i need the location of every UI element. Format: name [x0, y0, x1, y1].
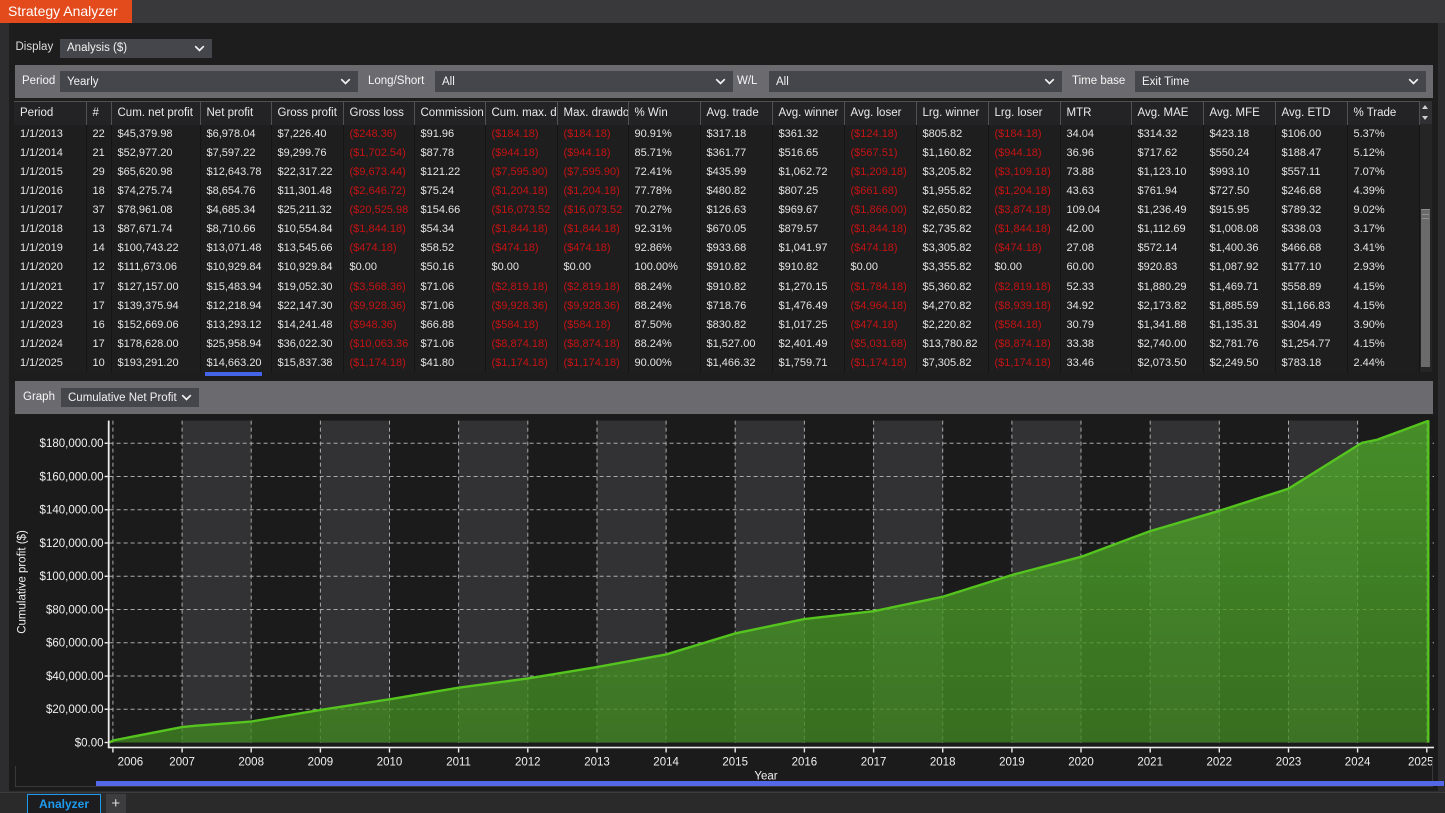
svg-text:2006: 2006 — [118, 757, 144, 769]
svg-text:$120,000.00: $120,000.00 — [40, 538, 104, 550]
svg-text:$60,000.00: $60,000.00 — [46, 638, 104, 650]
svg-text:2013: 2013 — [584, 757, 610, 769]
svg-text:2018: 2018 — [930, 757, 956, 769]
svg-text:2022: 2022 — [1207, 757, 1233, 769]
svg-text:$180,000.00: $180,000.00 — [40, 438, 104, 450]
svg-text:2010: 2010 — [377, 757, 403, 769]
svg-text:2012: 2012 — [515, 757, 541, 769]
svg-text:2014: 2014 — [653, 757, 679, 769]
svg-text:2024: 2024 — [1345, 757, 1371, 769]
svg-text:2011: 2011 — [446, 757, 471, 769]
svg-text:$160,000.00: $160,000.00 — [40, 471, 104, 483]
svg-text:2007: 2007 — [169, 757, 195, 769]
svg-text:Cumulative profit ($): Cumulative profit ($) — [17, 530, 29, 634]
svg-text:$80,000.00: $80,000.00 — [46, 604, 104, 616]
svg-text:2017: 2017 — [861, 757, 887, 769]
svg-text:2008: 2008 — [238, 757, 264, 769]
svg-text:2009: 2009 — [308, 757, 334, 769]
svg-text:$20,000.00: $20,000.00 — [46, 704, 104, 716]
svg-text:$100,000.00: $100,000.00 — [40, 571, 104, 583]
svg-text:2019: 2019 — [999, 757, 1025, 769]
svg-text:$140,000.00: $140,000.00 — [40, 505, 104, 517]
svg-text:2025: 2025 — [1408, 757, 1434, 769]
svg-text:2016: 2016 — [792, 757, 818, 769]
svg-text:2021: 2021 — [1137, 757, 1163, 769]
svg-text:2020: 2020 — [1068, 757, 1094, 769]
svg-text:2015: 2015 — [722, 757, 748, 769]
svg-text:$0.00: $0.00 — [75, 737, 104, 749]
svg-text:$40,000.00: $40,000.00 — [46, 671, 104, 683]
svg-text:2023: 2023 — [1276, 757, 1302, 769]
